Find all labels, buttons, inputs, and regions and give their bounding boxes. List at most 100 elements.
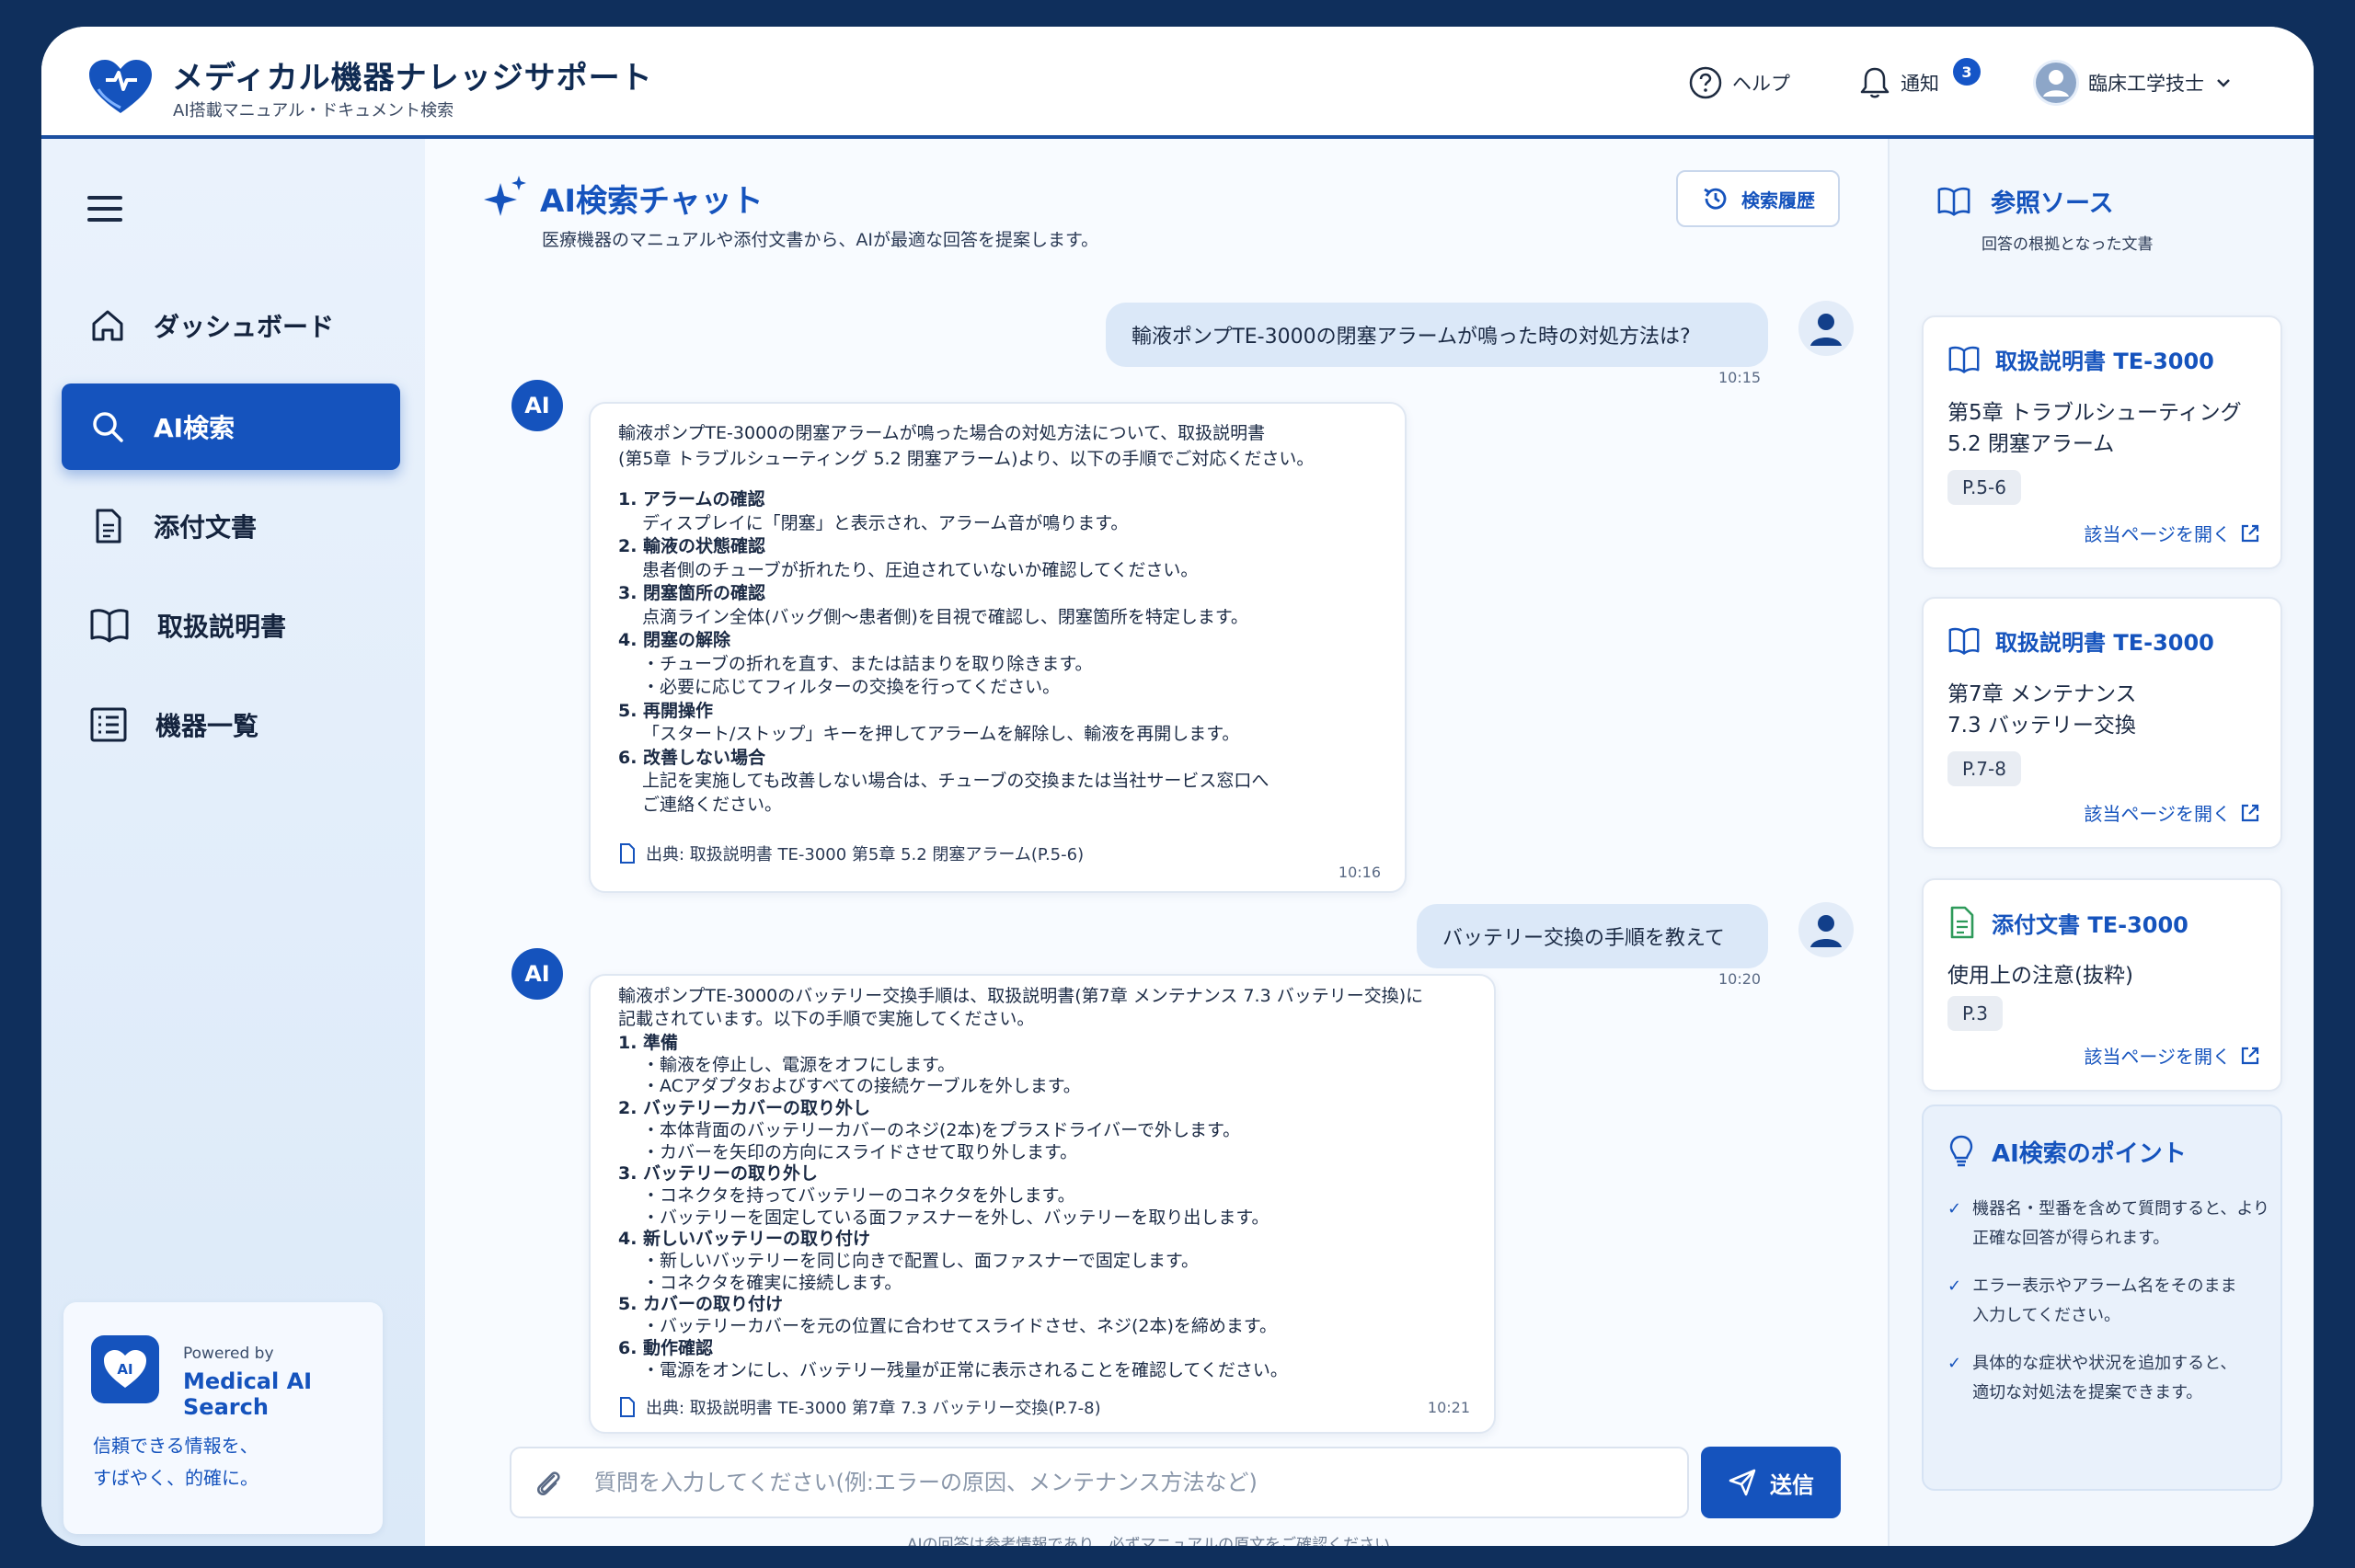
- user-message-text: バッテリー交換の手順を教えて: [1442, 927, 1725, 950]
- step-title: 3. バッテリーの取り外し: [618, 1163, 819, 1185]
- tip-item: ✓ 機器名・型番を含めて質問すると、より 正確な回答が得られます。: [1947, 1195, 2269, 1253]
- user-message: バッテリー交換の手順を教えて: [1417, 904, 1768, 968]
- open-page-link[interactable]: 該当ページを開く: [2084, 520, 2260, 546]
- external-link-icon: [2241, 804, 2259, 821]
- reference-card[interactable]: 取扱説明書 TE-3000 第7章 メンテナンス 7.3 バッテリー交換 P.7…: [1922, 597, 2282, 849]
- step-detail: ・チューブの折れを直す、または詰まりを取り除きます。: [642, 653, 1093, 674]
- step-title: 3. 閉塞箇所の確認: [618, 583, 766, 603]
- reference-panel: 参照ソース 回答の根拠となった文書 取扱説明書 TE-3000 第5章 トラブル…: [1888, 139, 2314, 1546]
- step-detail: 患者側のチューブが折れたり、圧迫されていないか確認してください。: [642, 559, 1199, 580]
- document-icon: [1950, 906, 1974, 939]
- list-item: 3. 閉塞箇所の確認 点滴ライン全体(バッグ側〜患者側)を目視で確認し、閉塞箇所を…: [618, 582, 1269, 629]
- reference-card-title-text: 取扱説明書 TE-3000: [1995, 349, 2214, 374]
- check-icon: ✓: [1947, 1199, 1962, 1219]
- ai-steps-list: 1. アラームの確認 ディスプレイに「閉塞」と表示され、アラーム音が鳴ります。 2…: [618, 488, 1269, 817]
- document-icon: [96, 509, 121, 544]
- search-history-button[interactable]: 検索履歴: [1676, 170, 1840, 227]
- source-citation[interactable]: 出典: 取扱説明書 TE-3000 第7章 7.3 バッテリー交換(P.7-8): [618, 1395, 1101, 1419]
- search-icon: [93, 412, 123, 442]
- help-button[interactable]: ヘルプ: [1688, 65, 1790, 100]
- sidebar-item-ai-search[interactable]: AI検索: [62, 383, 400, 470]
- paperclip-icon[interactable]: [530, 1465, 567, 1502]
- step-detail: ・バッテリーを固定している面ファスナーを外し、バッテリーを取り出します。: [642, 1207, 1269, 1228]
- user-icon: [1810, 915, 1842, 947]
- send-button[interactable]: 送信: [1701, 1447, 1841, 1518]
- ai-avatar: AI: [511, 380, 563, 431]
- step-detail: ・本体背面のバッテリーカバーのネジ(2本)をプラスドライバーで外します。: [642, 1119, 1241, 1140]
- avatar: [2033, 60, 2079, 106]
- source-citation[interactable]: 出典: 取扱説明書 TE-3000 第5章 5.2 閉塞アラーム(P.5-6): [618, 841, 1084, 865]
- bell-icon: [1860, 67, 1890, 98]
- reference-chapter: 使用上の注意(抜粋): [1947, 964, 2133, 988]
- document-icon: [620, 843, 635, 864]
- external-link-icon: [2241, 524, 2259, 542]
- page-badge: P.5-6: [1947, 470, 2021, 505]
- powered-by-label: Powered by: [183, 1345, 274, 1363]
- ai-message-intro: 輸液ポンプTE-3000のバッテリー交換手順は、取扱説明書(第7章 メンテナンス…: [618, 985, 1423, 1031]
- list-item: 1. アラームの確認 ディスプレイに「閉塞」と表示され、アラーム音が鳴ります。: [618, 488, 1269, 535]
- open-page-label: 該当ページを開く: [2084, 523, 2231, 545]
- reference-section: 5.2 閉塞アラーム: [1947, 432, 2115, 456]
- hamburger-menu-icon[interactable]: [87, 194, 124, 223]
- question-input[interactable]: [594, 1461, 1652, 1504]
- sidebar-item-device-list[interactable]: 機器一覧: [62, 681, 400, 768]
- lightbulb-icon: [1949, 1135, 1973, 1167]
- medical-ai-logo-icon: AI: [91, 1335, 159, 1403]
- help-label: ヘルプ: [1732, 73, 1790, 95]
- user-message-text: 輸液ポンプTE-3000の閉塞アラームが鳴った時の対処方法は?: [1132, 326, 1691, 349]
- step-detail: ・電源をオンにし、バッテリー残量が正常に表示されることを確認してください。: [642, 1359, 1288, 1380]
- send-label: 送信: [1770, 1471, 1814, 1498]
- source-text: 出典: 取扱説明書 TE-3000 第5章 5.2 閉塞アラーム(P.5-6): [646, 845, 1085, 864]
- user-icon: [2036, 63, 2076, 103]
- notify-label: 通知: [1901, 73, 1939, 95]
- user-menu[interactable]: 臨床工学技士: [2033, 60, 2234, 106]
- check-icon: ✓: [1947, 1354, 1962, 1373]
- top-header: メディカル機器ナレッジサポート AI搭載マニュアル・ドキュメント検索 ヘルプ 通…: [41, 27, 2314, 139]
- notification-count-badge: 3: [1953, 58, 1981, 86]
- user-role-label: 臨床工学技士: [2088, 73, 2204, 95]
- message-timestamp: 10:21: [1427, 1399, 1470, 1416]
- user-message: 輸液ポンプTE-3000の閉塞アラームが鳴った時の対処方法は?: [1106, 303, 1768, 367]
- step-title: 2. バッテリーカバーの取り外し: [618, 1098, 871, 1119]
- sidebar-item-manuals[interactable]: 取扱説明書: [62, 582, 400, 669]
- sidebar-item-label: 取扱説明書: [157, 612, 287, 642]
- heart-logo-icon: [89, 60, 152, 113]
- notification-button[interactable]: 通知: [1858, 65, 1939, 100]
- reference-section: 7.3 バッテリー交換: [1947, 714, 2136, 738]
- open-page-link[interactable]: 該当ページを開く: [2084, 1042, 2260, 1069]
- open-page-link[interactable]: 該当ページを開く: [2084, 799, 2260, 826]
- step-detail: 上記を実施しても改善しない場合は、チューブの交換または当社サービス窓口へ: [642, 771, 1269, 791]
- tip-line: 具体的な症状や状況を追加すると、: [1972, 1354, 2237, 1373]
- ai-message-intro: 輸液ポンプTE-3000の閉塞アラームが鳴った場合の対処方法について、取扱説明書…: [618, 420, 1314, 472]
- tips-title: AI検索のポイント: [1947, 1134, 2187, 1169]
- reference-card-title: 取扱説明書 TE-3000: [1947, 343, 2214, 375]
- step-detail: ・新しいバッテリーを同じ向きで配置し、面ファスナーで固定します。: [642, 1251, 1199, 1272]
- app-window: メディカル機器ナレッジサポート AI搭載マニュアル・ドキュメント検索 ヘルプ 通…: [41, 27, 2314, 1546]
- step-detail: ご連絡ください。: [642, 794, 783, 815]
- list-item: 6. 改善しない場合 上記を実施しても改善しない場合は、チューブの交換または当社サ…: [618, 747, 1269, 818]
- tip-line: 機器名・型番を含めて質問すると、より: [1972, 1199, 2270, 1219]
- reference-chapter: 第7章 メンテナンス: [1947, 682, 2137, 706]
- external-link-icon: [2241, 1047, 2259, 1064]
- sidebar-item-dashboard[interactable]: ダッシュボード: [62, 282, 400, 369]
- reference-card[interactable]: 添付文書 TE-3000 使用上の注意(抜粋) P.3 該当ページを開く: [1922, 878, 2282, 1092]
- book-icon: [90, 609, 129, 643]
- step-detail: ・必要に応じてフィルターの交換を行ってください。: [642, 677, 1061, 697]
- message-timestamp: 10:16: [1338, 864, 1381, 881]
- tips-title-text: AI検索のポイント: [1992, 1139, 2187, 1168]
- tip-item: ✓ 具体的な症状や状況を追加すると、 適切な対処法を提案できます。: [1947, 1349, 2269, 1408]
- sidebar-item-attached-docs[interactable]: 添付文書: [62, 483, 400, 569]
- send-icon: [1729, 1469, 1756, 1496]
- step-detail: ・バッテリーカバーを元の位置に合わせてスライドさせ、ネジ(2本)を締めます。: [642, 1316, 1278, 1337]
- step-title: 1. 準備: [618, 1033, 679, 1053]
- ai-intro-line: 輸液ポンプTE-3000のバッテリー交換手順は、取扱説明書(第7章 メンテナンス…: [618, 986, 1424, 1006]
- svg-text:AI: AI: [117, 1361, 132, 1378]
- ai-message: 輸液ポンプTE-3000の閉塞アラームが鳴った場合の対処方法について、取扱説明書…: [589, 402, 1407, 893]
- home-icon: [92, 310, 123, 341]
- ai-intro-line: 記載されています。以下の手順で実施してください。: [618, 1009, 1035, 1029]
- reference-card[interactable]: 取扱説明書 TE-3000 第5章 トラブルシューティング 5.2 閉塞アラーム…: [1922, 315, 2282, 569]
- check-icon: ✓: [1947, 1276, 1962, 1296]
- list-item: 4. 閉塞の解除 ・チューブの折れを直す、または詰まりを取り除きます。 ・必要に応じ…: [618, 629, 1269, 700]
- reference-card-title: 取扱説明書 TE-3000: [1947, 624, 2214, 657]
- list-item: 5. カバーの取り付け ・バッテリーカバーを元の位置に合わせてスライドさせ、ネジ(…: [618, 1294, 1288, 1337]
